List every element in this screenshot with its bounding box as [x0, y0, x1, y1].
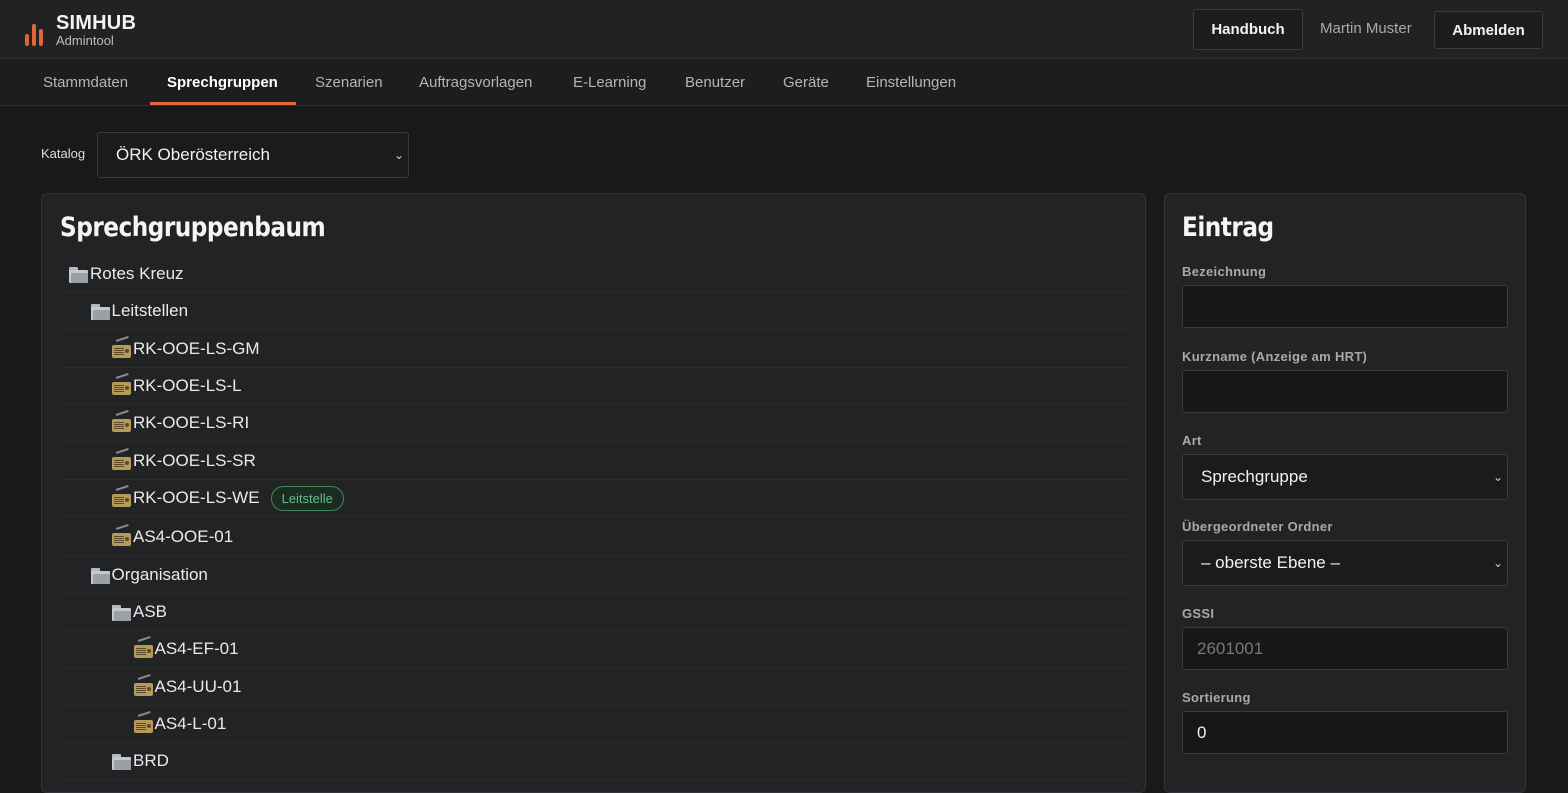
kurzname-input[interactable]: [1182, 370, 1508, 413]
folder-icon: [90, 302, 112, 320]
tree-item[interactable]: Rotes Kreuz: [62, 256, 1128, 293]
tree-panel: Sprechgruppenbaum Rotes Kreuz Leitstellen…: [41, 193, 1146, 793]
radio-icon: [133, 711, 155, 733]
radio-icon: [111, 524, 133, 546]
folder-icon: [111, 752, 133, 770]
tree-item[interactable]: RK-OOE-LS-RI: [62, 405, 1128, 442]
radio-icon: [111, 448, 133, 470]
tab-benutzer[interactable]: Benutzer: [685, 59, 745, 105]
gssi-label: GSSI: [1182, 606, 1215, 621]
catalog-select[interactable]: ÖRK Oberösterreich ⌄: [97, 132, 409, 178]
chevron-down-icon: ⌄: [1492, 470, 1503, 484]
gssi-input[interactable]: 2601001: [1182, 627, 1508, 670]
main-nav: Stammdaten Sprechgruppen Szenarien Auftr…: [0, 59, 1568, 106]
user-name: Martin Muster: [1320, 20, 1412, 37]
catalog-select-value: ÖRK Oberösterreich: [116, 145, 270, 164]
sortierung-input[interactable]: 0: [1182, 711, 1508, 754]
ordner-label: Übergeordneter Ordner: [1182, 519, 1333, 534]
art-label: Art: [1182, 433, 1202, 448]
tree-item[interactable]: ASB: [62, 594, 1128, 631]
bezeichnung-input[interactable]: [1182, 285, 1508, 328]
tree-item[interactable]: RK-OOE-LS-WE Leitstelle: [62, 480, 1128, 517]
tab-szenarien[interactable]: Szenarien: [315, 59, 383, 105]
bezeichnung-label: Bezeichnung: [1182, 264, 1267, 279]
tree-item[interactable]: RK-OOE-LS-SR: [62, 443, 1128, 480]
tree-item[interactable]: RK-OOE-LS-GM: [62, 331, 1128, 368]
tree-item-label: Rotes Kreuz: [90, 264, 184, 283]
entry-title: Eintrag: [1182, 212, 1274, 243]
radio-icon: [133, 674, 155, 696]
tab-sprechgruppen[interactable]: Sprechgruppen: [167, 59, 278, 105]
tree-item-label: RK-OOE-LS-RI: [133, 413, 250, 432]
top-bar: SIMHUB Admintool Handbuch Martin Muster …: [0, 0, 1568, 59]
ordner-select[interactable]: – oberste Ebene – ⌄: [1182, 540, 1508, 586]
art-select[interactable]: Sprechgruppe ⌄: [1182, 454, 1508, 500]
tree-item-label: Leitstellen: [111, 301, 189, 320]
tree-item-label: AS4-L-01: [154, 714, 227, 733]
radio-icon: [111, 373, 133, 395]
folder-icon: [68, 265, 90, 283]
tab-e-learning[interactable]: E-Learning: [573, 59, 646, 105]
brand-subtitle: Admintool: [56, 33, 114, 48]
tree-title: Sprechgruppenbaum: [60, 212, 326, 243]
tab-einstellungen[interactable]: Einstellungen: [866, 59, 956, 105]
chart-bars-icon: [25, 16, 47, 46]
ordner-select-value: – oberste Ebene –: [1201, 553, 1340, 572]
kurzname-label: Kurzname (Anzeige am HRT): [1182, 349, 1368, 364]
radio-icon: [111, 410, 133, 432]
tree-item-label: ASB: [133, 602, 168, 621]
folder-icon: [90, 566, 112, 584]
art-select-value: Sprechgruppe: [1201, 467, 1308, 486]
logout-button[interactable]: Abmelden: [1434, 11, 1543, 49]
tree-item-label: RK-OOE-LS-WE: [133, 488, 260, 507]
tree-item[interactable]: AS4-L-01: [62, 706, 1128, 743]
brand-name: SIMHUB: [56, 12, 137, 34]
manual-button[interactable]: Handbuch: [1193, 9, 1303, 50]
tree-item[interactable]: RK-OOE-LS-L: [62, 368, 1128, 405]
tree-item[interactable]: Organisation: [62, 557, 1128, 594]
radio-icon: [111, 485, 133, 507]
sortierung-label: Sortierung: [1182, 690, 1251, 705]
catalog-label: Katalog: [41, 146, 86, 161]
tree-item-label: RK-OOE-LS-L: [133, 376, 242, 395]
tree-item-label: RK-OOE-LS-SR: [133, 451, 256, 470]
tree-item-label: AS4-EF-01: [154, 639, 239, 658]
tree-item[interactable]: AS4-EF-01: [62, 631, 1128, 668]
tree-item[interactable]: BRD: [62, 743, 1128, 780]
leitstelle-badge: Leitstelle: [270, 485, 344, 511]
chevron-down-icon: ⌄: [393, 148, 404, 162]
chevron-down-icon: ⌄: [1492, 556, 1503, 570]
tree-item-label: AS4-OOE-01: [133, 527, 234, 546]
tree-item-label: RK-OOE-LS-GM: [133, 339, 260, 358]
tree-item-label: AS4-UU-01: [154, 677, 242, 696]
tab-auftragsvorlagen[interactable]: Auftragsvorlagen: [419, 59, 532, 105]
tree-item[interactable]: AS4-OOE-01: [62, 519, 1128, 556]
active-tab-indicator: [150, 102, 296, 105]
tab-geraete[interactable]: Geräte: [783, 59, 829, 105]
brand[interactable]: SIMHUB Admintool: [25, 12, 136, 48]
tree-item-label: BRD: [133, 751, 169, 770]
tree-item[interactable]: AS4-UU-01: [62, 669, 1128, 706]
folder-icon: [111, 603, 133, 621]
tab-stammdaten[interactable]: Stammdaten: [43, 59, 128, 105]
radio-icon: [111, 336, 133, 358]
tree-item-label: Organisation: [111, 565, 208, 584]
tree-item[interactable]: Leitstellen: [62, 293, 1128, 330]
radio-icon: [133, 636, 155, 658]
